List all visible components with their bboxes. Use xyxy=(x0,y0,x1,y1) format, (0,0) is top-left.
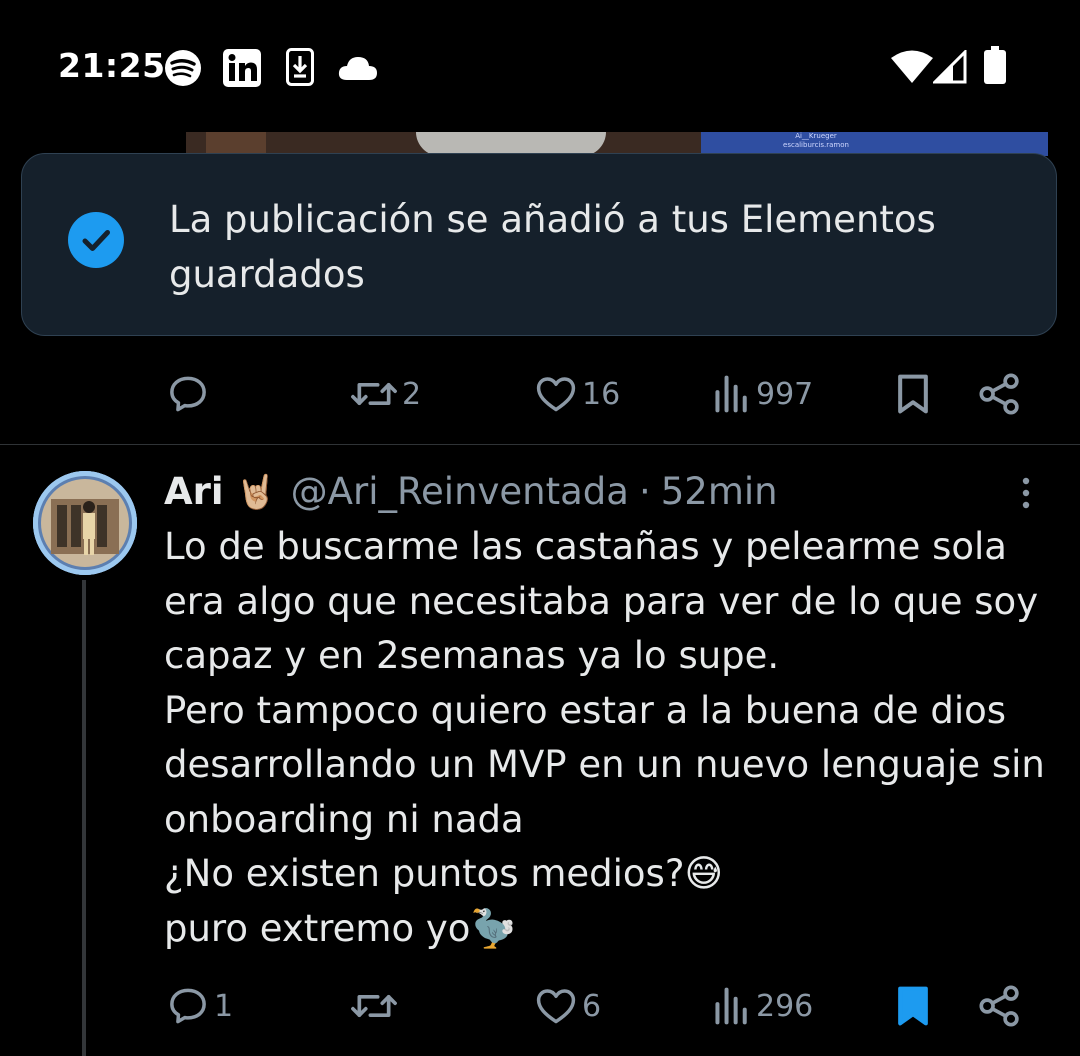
views-button[interactable]: 997 xyxy=(712,372,813,416)
reply-action-bar: 1 6 296 xyxy=(0,976,1080,1036)
repost-count: 2 xyxy=(402,376,422,412)
display-name[interactable]: Ari xyxy=(164,470,224,513)
repost-icon xyxy=(351,995,397,1017)
status-bar: 21:25 xyxy=(0,0,1080,130)
like-button[interactable]: 6 xyxy=(534,984,601,1028)
bookmark-icon xyxy=(898,374,928,414)
bookmark-button[interactable] xyxy=(892,984,934,1028)
like-count: 6 xyxy=(582,988,602,1024)
views-icon xyxy=(715,987,747,1025)
more-options-icon[interactable] xyxy=(1012,476,1040,512)
like-button[interactable]: 16 xyxy=(534,372,620,416)
bookmark-filled-icon xyxy=(898,986,928,1026)
user-handle[interactable]: @Ari_Reinventada xyxy=(291,470,629,513)
heart-icon xyxy=(536,989,576,1024)
bookmark-button[interactable] xyxy=(892,372,934,416)
reply-count: 1 xyxy=(214,988,234,1024)
cloud-icon xyxy=(338,57,377,80)
like-count: 16 xyxy=(582,376,621,412)
reply-icon xyxy=(170,988,206,1024)
share-icon xyxy=(979,373,1019,415)
post-action-bar: 2 16 997 xyxy=(0,364,1080,424)
share-icon xyxy=(979,985,1019,1027)
check-circle-icon xyxy=(68,212,124,268)
views-count: 296 xyxy=(756,988,814,1024)
status-time: 21:25 xyxy=(58,46,166,85)
views-button[interactable]: 296 xyxy=(712,984,813,1028)
name-emoji: 🤘🏼 xyxy=(235,471,277,511)
views-count: 997 xyxy=(756,376,814,412)
timestamp[interactable]: 52min xyxy=(661,470,778,513)
avatar-image xyxy=(33,471,137,575)
reply-button[interactable] xyxy=(166,372,214,416)
battery-icon xyxy=(984,46,1006,84)
reply-button[interactable]: 1 xyxy=(166,984,233,1028)
share-button[interactable] xyxy=(978,372,1022,416)
repost-button[interactable]: 2 xyxy=(350,372,421,416)
wifi-icon xyxy=(891,50,933,83)
views-icon xyxy=(715,375,747,413)
signal-icon xyxy=(933,50,967,84)
repost-icon xyxy=(351,383,397,405)
saved-toast[interactable]: La publicación se añadió a tus Elementos… xyxy=(21,153,1057,336)
avatar[interactable] xyxy=(33,471,137,575)
reply-icon xyxy=(170,376,206,412)
separator-dot: · xyxy=(638,470,651,513)
media-caption: Ai__Krueger escaliburcis.ramon xyxy=(783,132,849,149)
divider xyxy=(0,444,1080,445)
toast-message: La publicación se añadió a tus Elementos… xyxy=(169,198,936,296)
tweet-text: Lo de buscarme las castañas y pelearme s… xyxy=(164,525,1045,950)
download-icon xyxy=(286,48,314,86)
repost-button[interactable] xyxy=(350,984,402,1028)
linkedin-icon xyxy=(223,49,261,87)
heart-icon xyxy=(536,377,576,412)
spotify-icon xyxy=(165,50,201,86)
tweet-header: Ari 🤘🏼 @Ari_Reinventada · 52min xyxy=(164,470,778,513)
share-button[interactable] xyxy=(978,984,1022,1028)
